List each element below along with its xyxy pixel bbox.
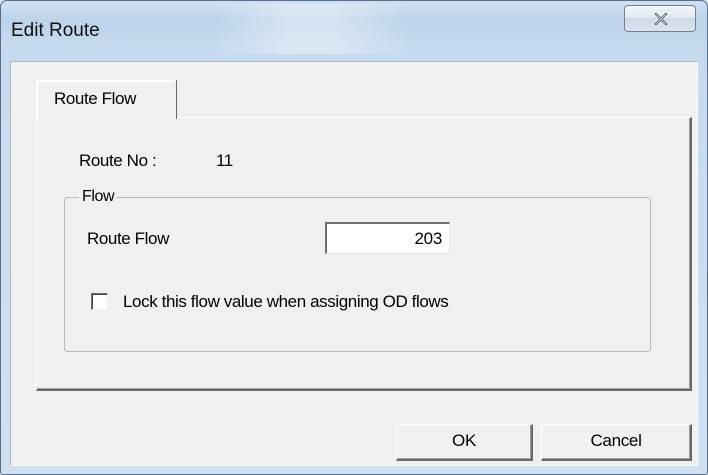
close-button[interactable]	[624, 5, 696, 32]
tab-route-flow[interactable]: Route Flow	[36, 80, 177, 120]
ok-button-label: OK	[452, 431, 476, 450]
cancel-button[interactable]: Cancel	[541, 424, 692, 461]
route-number-value: 11	[216, 151, 233, 170]
lock-flow-checkbox-label[interactable]: Lock this flow value when assigning OD f…	[123, 292, 449, 312]
window-title: Edit Route	[11, 20, 100, 41]
lock-flow-checkbox[interactable]	[91, 293, 108, 310]
close-x-icon	[654, 13, 668, 25]
ok-button[interactable]: OK	[396, 424, 533, 461]
title-bar[interactable]: Edit Route	[1, 1, 707, 61]
title-bar-highlight	[211, 4, 411, 54]
route-flow-label: Route Flow	[87, 229, 169, 248]
flow-groupbox-title: Flow	[79, 188, 118, 206]
cancel-button-label: Cancel	[590, 431, 642, 450]
tab-route-flow-label: Route Flow	[54, 89, 136, 108]
flow-groupbox: Flow	[64, 188, 651, 352]
route-number-label: Route No :	[79, 151, 157, 170]
route-flow-input[interactable]: 203	[325, 222, 450, 254]
